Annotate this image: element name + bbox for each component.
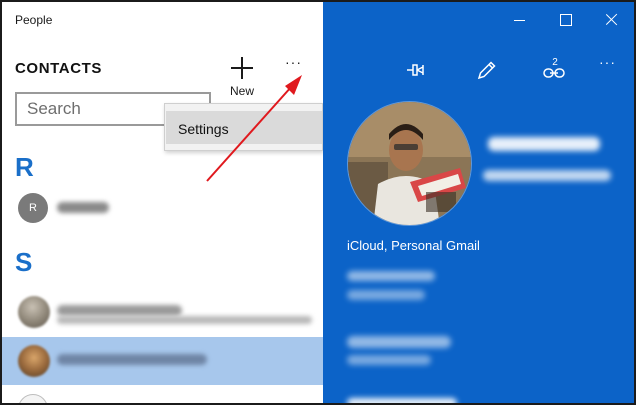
phone-value-redacted[interactable] (347, 290, 425, 300)
new-label: New (229, 84, 254, 98)
phone-label-redacted (347, 336, 451, 348)
new-contact-button[interactable]: New (222, 54, 262, 98)
section-letter-r[interactable]: R (15, 152, 34, 183)
contact-company-redacted (483, 170, 611, 181)
more-actions-button[interactable]: ··· (599, 54, 627, 80)
contacts-heading: CONTACTS (15, 60, 103, 77)
avatar (18, 345, 50, 377)
people-app-window: People CONTACTS New ··· R R S (0, 0, 636, 405)
edit-button[interactable] (472, 57, 500, 83)
close-button[interactable] (598, 9, 626, 31)
phone-label-redacted (347, 271, 435, 281)
contact-name-redacted (57, 202, 109, 213)
more-icon: ··· (285, 54, 302, 70)
contact-detail-pane: 2 ··· iCloud, Personal Gmail (323, 2, 634, 403)
phone-value-redacted[interactable] (347, 355, 431, 365)
settings-menu-item[interactable]: Settings (166, 111, 322, 144)
contact-name-redacted (488, 137, 600, 151)
avatar (18, 296, 50, 328)
more-options-button[interactable]: ··· (285, 54, 313, 78)
app-title: People (15, 13, 53, 27)
avatar (18, 394, 48, 403)
profile-photo (347, 101, 472, 226)
avatar: R (18, 193, 48, 223)
linked-accounts: iCloud, Personal Gmail (347, 238, 480, 253)
plus-icon (231, 57, 253, 79)
contact-detail-redacted (57, 316, 312, 324)
contacts-pane: People CONTACTS New ··· R R S (2, 2, 323, 403)
contact-row[interactable]: R (2, 190, 323, 226)
contact-row-selected[interactable] (2, 337, 323, 385)
link-icon (543, 68, 565, 78)
maximize-button[interactable] (552, 9, 580, 31)
pin-button[interactable] (404, 57, 432, 83)
email-label-redacted (347, 398, 457, 403)
link-contacts-button[interactable] (540, 64, 568, 90)
edit-icon (477, 61, 496, 80)
profile-photo-image (348, 102, 471, 225)
contact-name-redacted (57, 354, 207, 365)
more-options-menu: Settings (164, 103, 323, 151)
contact-row[interactable] (2, 291, 323, 335)
more-icon: ··· (599, 54, 616, 70)
pin-icon (407, 64, 424, 76)
section-letter-s[interactable]: S (15, 247, 32, 278)
contact-name-redacted (57, 305, 182, 316)
minimize-button[interactable] (506, 9, 534, 31)
